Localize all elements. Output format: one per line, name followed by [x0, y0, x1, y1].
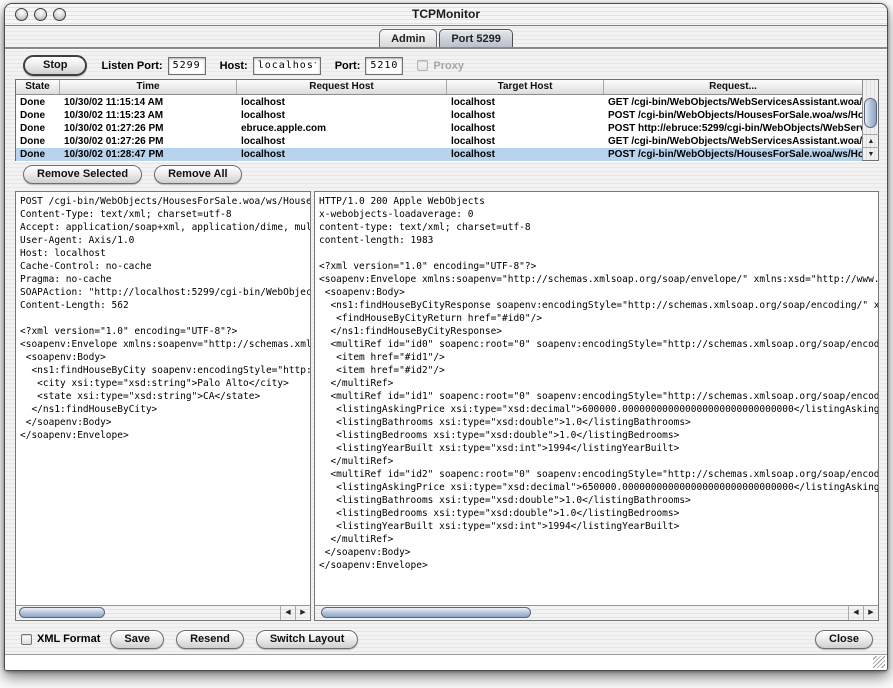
- tab-bar: Admin Port 5299: [5, 26, 887, 49]
- scrollbar-thumb[interactable]: [864, 98, 877, 128]
- close-button[interactable]: Close: [815, 630, 873, 649]
- port-input[interactable]: [365, 57, 403, 75]
- proxy-checkbox[interactable]: [417, 60, 428, 71]
- table-row[interactable]: Done10/30/02 01:27:26 PMebruce.apple.com…: [16, 122, 862, 135]
- table-vertical-scrollbar[interactable]: ▲ ▼: [862, 80, 878, 160]
- host-input[interactable]: [253, 57, 321, 75]
- table-cell-target_host: localhost: [447, 109, 604, 122]
- bottom-toolbar: XML Format Save Resend Switch Layout: [5, 626, 887, 652]
- table-cell-request_host: localhost: [237, 109, 447, 122]
- table-cell-request: POST http://ebruce:5299/cgi-bin/WebObjec…: [604, 122, 862, 135]
- title-bar[interactable]: TCPMonitor: [5, 4, 887, 26]
- table-row[interactable]: Done10/30/02 11:15:23 AMlocalhostlocalho…: [16, 109, 862, 122]
- table-cell-time: 10/30/02 01:27:26 PM: [60, 122, 237, 135]
- table-cell-state: Done: [16, 122, 60, 135]
- stop-button[interactable]: Stop: [23, 55, 87, 76]
- response-text: HTTP/1.0 200 Apple WebObjects x-webobjec…: [315, 192, 878, 591]
- table-cell-target_host: localhost: [447, 122, 604, 135]
- table-cell-time: 10/30/02 11:15:14 AM: [60, 96, 237, 109]
- table-row[interactable]: Done10/30/02 01:28:47 PMlocalhostlocalho…: [16, 148, 862, 161]
- window-title: TCPMonitor: [5, 7, 887, 21]
- listen-port-input[interactable]: [168, 57, 206, 75]
- table-cell-time: 10/30/02 01:27:26 PM: [60, 135, 237, 148]
- scrollbar-thumb[interactable]: [19, 607, 105, 618]
- column-header-target-host[interactable]: Target Host: [447, 80, 604, 94]
- scroll-right-icon[interactable]: ▶: [295, 606, 310, 620]
- table-cell-request: POST /cgi-bin/WebObjects/HousesForSale.w…: [604, 148, 862, 161]
- xml-format-label: XML Format: [37, 633, 100, 645]
- scroll-down-icon[interactable]: ▼: [863, 147, 879, 160]
- table-cell-state: Done: [16, 96, 60, 109]
- remove-all-button[interactable]: Remove All: [154, 165, 242, 184]
- listen-port-label: Listen Port:: [101, 60, 162, 72]
- table-cell-target_host: localhost: [447, 148, 604, 161]
- tcpmonitor-window: TCPMonitor Admin Port 5299 Stop Listen P…: [4, 3, 888, 671]
- window-bottom-strip: [5, 654, 887, 670]
- port-label: Port:: [335, 60, 361, 72]
- response-text-pane[interactable]: HTTP/1.0 200 Apple WebObjects x-webobjec…: [314, 191, 879, 621]
- table-row[interactable]: Done10/30/02 11:15:14 AMlocalhostlocalho…: [16, 96, 862, 109]
- switch-layout-button[interactable]: Switch Layout: [256, 630, 359, 649]
- request-text: POST /cgi-bin/WebObjects/HousesForSale.w…: [16, 192, 310, 591]
- column-header-request[interactable]: Request...: [604, 80, 862, 94]
- scroll-left-icon[interactable]: ◀: [848, 606, 863, 620]
- table-header: State Time Request Host Target Host Requ…: [16, 80, 862, 95]
- table-cell-state: Done: [16, 135, 60, 148]
- table-cell-time: 10/30/02 01:28:47 PM: [60, 148, 237, 161]
- table-cell-request: POST /cgi-bin/WebObjects/HousesForSale.w…: [604, 109, 862, 122]
- column-header-request-host[interactable]: Request Host: [237, 80, 447, 94]
- resend-button[interactable]: Resend: [176, 630, 244, 649]
- table-cell-state: Done: [16, 109, 60, 122]
- request-horizontal-scrollbar[interactable]: ◀ ▶: [16, 605, 310, 620]
- response-horizontal-scrollbar[interactable]: ◀ ▶: [315, 605, 878, 620]
- xml-format-checkbox[interactable]: [21, 634, 32, 645]
- tab-port-5299[interactable]: Port 5299: [439, 29, 513, 47]
- table-cell-request_host: localhost: [237, 148, 447, 161]
- save-button[interactable]: Save: [110, 630, 164, 649]
- scroll-up-icon[interactable]: ▲: [863, 134, 879, 147]
- request-text-pane[interactable]: POST /cgi-bin/WebObjects/HousesForSale.w…: [15, 191, 311, 621]
- column-header-time[interactable]: Time: [60, 80, 237, 94]
- table-cell-time: 10/30/02 11:15:23 AM: [60, 109, 237, 122]
- table-body: Done10/30/02 11:15:14 AMlocalhostlocalho…: [16, 96, 862, 161]
- resize-grip[interactable]: [873, 656, 885, 668]
- remove-selected-button[interactable]: Remove Selected: [23, 165, 142, 184]
- table-cell-request_host: localhost: [237, 96, 447, 109]
- connection-toolbar: Stop Listen Port: Host: Port: Proxy: [5, 49, 887, 82]
- remove-buttons-row: Remove Selected Remove All: [23, 165, 242, 184]
- table-cell-target_host: localhost: [447, 135, 604, 148]
- table-cell-request_host: localhost: [237, 135, 447, 148]
- tab-admin[interactable]: Admin: [379, 29, 437, 47]
- table-row[interactable]: Done10/30/02 01:27:26 PMlocalhostlocalho…: [16, 135, 862, 148]
- table-cell-request: GET /cgi-bin/WebObjects/WebServicesAssis…: [604, 96, 862, 109]
- table-cell-target_host: localhost: [447, 96, 604, 109]
- host-label: Host:: [220, 60, 248, 72]
- proxy-label: Proxy: [433, 60, 464, 72]
- scroll-left-icon[interactable]: ◀: [280, 606, 295, 620]
- scroll-right-icon[interactable]: ▶: [863, 606, 878, 620]
- column-header-state[interactable]: State: [16, 80, 60, 94]
- table-cell-state: Done: [16, 148, 60, 161]
- table-cell-request_host: ebruce.apple.com: [237, 122, 447, 135]
- connections-table: State Time Request Host Target Host Requ…: [15, 79, 879, 161]
- scrollbar-thumb[interactable]: [321, 607, 531, 618]
- table-cell-request: GET /cgi-bin/WebObjects/WebServicesAssis…: [604, 135, 862, 148]
